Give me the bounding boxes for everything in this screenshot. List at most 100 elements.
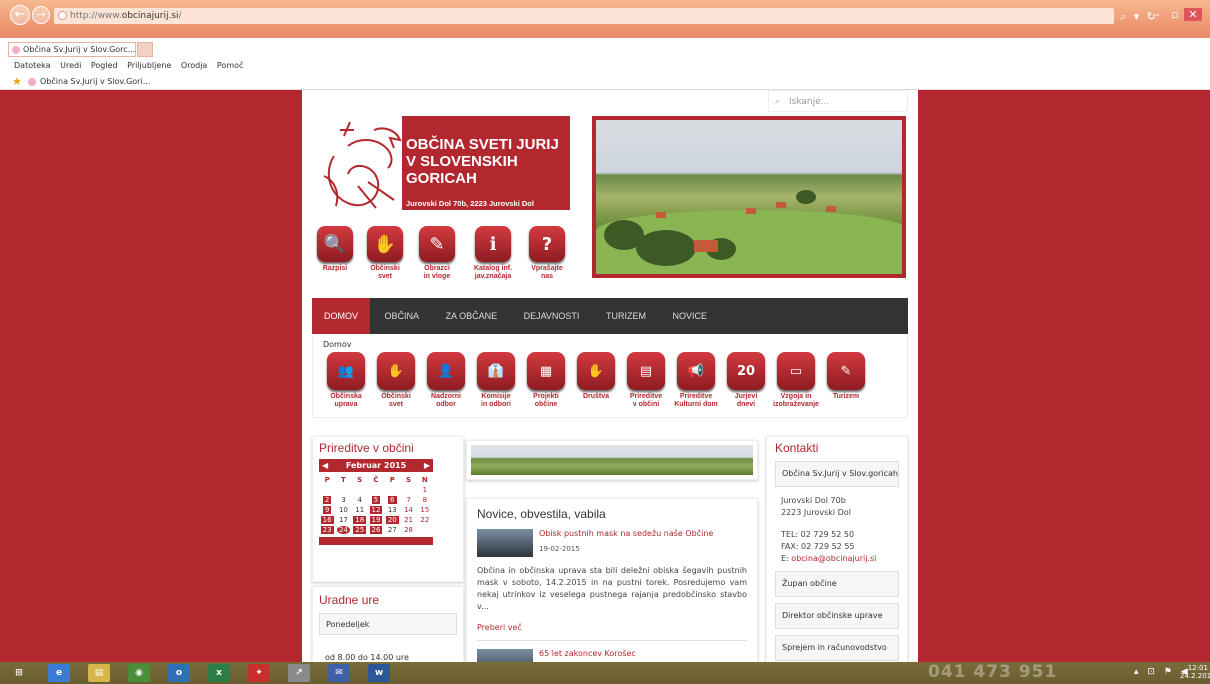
landscape-photo bbox=[592, 116, 906, 278]
calendar-day[interactable]: 23 bbox=[319, 526, 335, 534]
sub-link-svet[interactable]: ✋ Občinski svet bbox=[371, 352, 421, 409]
back-button[interactable]: ← bbox=[10, 5, 30, 25]
calendar-day[interactable]: 18 bbox=[352, 516, 368, 524]
sub-link-uprava[interactable]: 👥 Občinska uprava bbox=[321, 352, 371, 409]
calendar-day[interactable]: 16 bbox=[319, 516, 335, 524]
contacts-fax: FAX: 02 729 52 55 bbox=[781, 542, 855, 551]
excel-icon[interactable]: x bbox=[208, 664, 230, 682]
contacts-link-accounting[interactable]: Sprejem in računovodstvo bbox=[775, 635, 899, 661]
calendar-day[interactable]: 25 bbox=[352, 526, 368, 534]
contacts-tel: TEL: 02 729 52 50 bbox=[781, 530, 855, 539]
calendar-day[interactable]: 19 bbox=[368, 516, 384, 524]
read-more-link[interactable]: Preberi več bbox=[477, 623, 747, 632]
sub-link-turizem[interactable]: ✎ Turizem bbox=[821, 352, 871, 401]
st-george-dragon-logo[interactable] bbox=[314, 116, 404, 214]
nav-turizem[interactable]: TURIZEM bbox=[594, 298, 658, 334]
calendar-day: 8 bbox=[417, 496, 433, 504]
acrobat-icon[interactable]: ✦ bbox=[248, 664, 270, 682]
events-module: Prireditve v občini ◀ Februar 2015 ▶ P T S… bbox=[312, 436, 464, 582]
menu-tools[interactable]: Orodja bbox=[181, 61, 208, 70]
forward-button[interactable]: → bbox=[32, 6, 50, 24]
nav-novice[interactable]: NOVICE bbox=[660, 298, 719, 334]
quick-link-council[interactable]: ✋ Občinski svet bbox=[362, 226, 408, 281]
app-icon[interactable]: ↗ bbox=[288, 664, 310, 682]
sub-link-nadzorni[interactable]: 👤 Nadzorni odbor bbox=[421, 352, 471, 409]
nav-za-obcane[interactable]: ZA OBČANE bbox=[434, 298, 510, 334]
calendar-day[interactable]: 26 bbox=[368, 526, 384, 534]
sub-link-komisije[interactable]: 👔 Komisije in odbori bbox=[471, 352, 521, 409]
calendar-day bbox=[368, 486, 384, 494]
sub-link-label2: svet bbox=[388, 401, 403, 408]
contacts-office[interactable]: Občina Sv.Jurij v Slov.goricah bbox=[775, 461, 899, 487]
calendar-day[interactable]: 24 bbox=[335, 526, 351, 534]
minimize-icon[interactable]: – bbox=[1148, 8, 1166, 21]
calendar-icon: 20 bbox=[727, 352, 765, 390]
calendar-day[interactable]: 5 bbox=[368, 496, 384, 504]
nav-obcina[interactable]: OBČINA bbox=[373, 298, 432, 334]
calendar-day[interactable]: 9 bbox=[319, 506, 335, 514]
menu-favorites[interactable]: Priljubljene bbox=[127, 61, 171, 70]
internet-explorer-icon[interactable]: e bbox=[48, 664, 70, 682]
panorama-banner[interactable] bbox=[466, 440, 758, 480]
breadcrumb[interactable]: Domov bbox=[323, 340, 351, 349]
municipality-title-box[interactable]: OBČINA SVETI JURIJ V SLOVENSKIH GORICAH … bbox=[402, 116, 570, 218]
next-month-icon[interactable]: ▶ bbox=[424, 459, 430, 472]
site-search-input[interactable]: ⌕ Iskanje... bbox=[768, 90, 908, 112]
sub-link-vzgoja[interactable]: ▭ Vzgoja in izobraževanje bbox=[771, 352, 821, 409]
menu-help[interactable]: Pomoč bbox=[217, 61, 244, 70]
quick-link-razpisi[interactable]: 🔍 Razpisi bbox=[312, 226, 358, 273]
calendar-day[interactable]: 12 bbox=[368, 506, 384, 514]
news-headline[interactable]: 65 let zakoncev Korošec bbox=[539, 649, 636, 658]
url-prefix: http://www. bbox=[70, 11, 122, 21]
calendar-day-number: 18 bbox=[353, 516, 367, 524]
projects-icon: ▦ bbox=[527, 352, 565, 390]
nav-dejavnosti[interactable]: DEJAVNOSTI bbox=[512, 298, 592, 334]
browser-tab[interactable]: Občina Sv.Jurij v Slov.Gorc... ✕ bbox=[8, 42, 136, 57]
prev-month-icon[interactable]: ◀ bbox=[322, 459, 328, 472]
sub-link-drustva[interactable]: ✋ Društva bbox=[571, 352, 621, 401]
news-headline[interactable]: Obisk pustnih mask na sedežu naše Občine bbox=[539, 529, 713, 538]
file-explorer-icon[interactable]: ▤ bbox=[88, 664, 110, 682]
contacts-link-mayor[interactable]: Župan občine bbox=[775, 571, 899, 597]
nav-domov[interactable]: DOMOV bbox=[312, 298, 371, 334]
chrome-icon[interactable]: ◉ bbox=[128, 664, 150, 682]
news-thumbnail[interactable] bbox=[477, 649, 533, 662]
menu-view[interactable]: Pogled bbox=[91, 61, 118, 70]
calendar-dow: P bbox=[389, 476, 395, 484]
word-icon[interactable]: w bbox=[368, 664, 390, 682]
new-tab-button[interactable] bbox=[137, 42, 153, 57]
calendar-day[interactable]: 20 bbox=[384, 516, 400, 524]
sub-link-jurjevi-dnevi[interactable]: 20 Jurjevi dnevi bbox=[721, 352, 771, 409]
contacts-address: Jurovski Dol 70b 2223 Jurovski Dol TEL: … bbox=[775, 495, 899, 565]
menu-file[interactable]: Datoteka bbox=[14, 61, 51, 70]
calendar-day[interactable]: 2 bbox=[319, 496, 335, 504]
calendar-day: 10 bbox=[335, 506, 351, 514]
taskbar-clock[interactable]: 12:01 24.2.2015 bbox=[1180, 664, 1210, 680]
sub-link-label2: Kulturni dom bbox=[674, 401, 718, 408]
menu-edit[interactable]: Uredi bbox=[60, 61, 81, 70]
calendar-day[interactable]: 6 bbox=[384, 496, 400, 504]
calendar-day-number: 27 bbox=[387, 526, 397, 534]
outlook-icon[interactable]: o bbox=[168, 664, 190, 682]
favorite-link[interactable]: Občina Sv.Jurij v Slov.Gori... bbox=[40, 77, 150, 86]
favorites-star-icon[interactable]: ★ bbox=[12, 74, 22, 90]
calendar-footer bbox=[319, 537, 433, 545]
office-hours-day[interactable]: Ponedeljek bbox=[319, 613, 457, 635]
address-bar[interactable]: http://www.obcinajurij.si/ bbox=[54, 8, 1114, 24]
sub-link-kulturni-dom[interactable]: 📢 Prireditve Kulturni dom bbox=[671, 352, 721, 409]
quick-link-ask[interactable]: ? Vprašajte nas bbox=[524, 226, 570, 281]
sub-link-prireditve[interactable]: ▤ Prireditve v občini bbox=[621, 352, 671, 409]
sub-link-label: Prireditve bbox=[629, 393, 663, 400]
quick-link-catalog[interactable]: ℹ Katalog inf. jav.značaja bbox=[470, 226, 516, 281]
start-button[interactable]: ⊞ bbox=[8, 664, 30, 682]
news-thumbnail[interactable] bbox=[477, 529, 533, 557]
close-icon[interactable]: ✕ bbox=[1184, 8, 1202, 21]
contacts-link-director[interactable]: Direktor občinske uprave bbox=[775, 603, 899, 629]
maximize-icon[interactable]: ▫ bbox=[1166, 8, 1184, 21]
sub-link-label: Projekti bbox=[533, 393, 559, 400]
quick-link-forms[interactable]: ✎ Obrazci in vloge bbox=[414, 226, 460, 281]
sub-link-projekti[interactable]: ▦ Projekti občine bbox=[521, 352, 571, 409]
contacts-email-link[interactable]: obcina@obcinajurij.si bbox=[791, 554, 876, 563]
calendar-day: 21 bbox=[400, 516, 416, 524]
mail-app-icon[interactable]: ✉ bbox=[328, 664, 350, 682]
